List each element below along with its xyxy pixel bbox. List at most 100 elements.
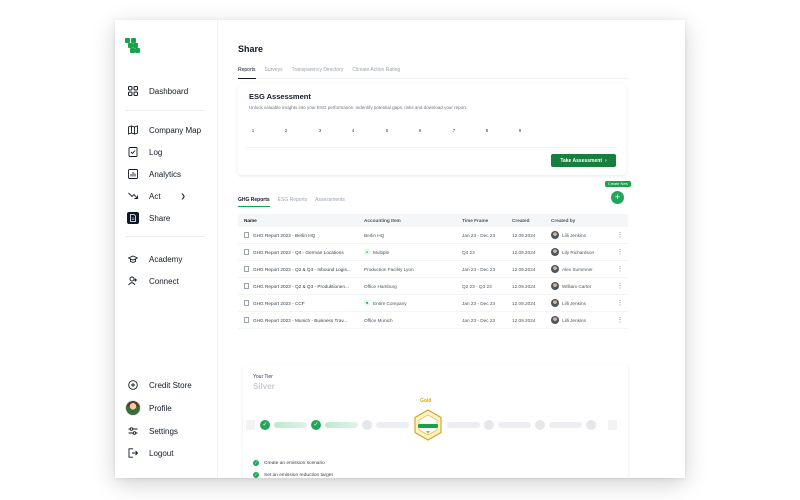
sidebar-item-credit-store[interactable]: Credit Store bbox=[127, 377, 192, 393]
graduation-cap-icon bbox=[127, 253, 139, 265]
tab-assessments[interactable]: Assessments bbox=[315, 197, 345, 207]
sidebar-item-label: Company Map bbox=[149, 125, 202, 135]
more-icon[interactable]: ⋮ bbox=[615, 316, 625, 324]
more-icon[interactable]: ⋮ bbox=[615, 248, 625, 256]
column-header-time-frame[interactable]: Time Frame bbox=[462, 218, 512, 223]
table-row[interactable]: GHG Report 2023 - Q2 & Q3 - Inbound Logi… bbox=[238, 261, 628, 278]
page-tabs: Reports Surveys Transparency Directory C… bbox=[238, 67, 628, 79]
step[interactable]: 5 bbox=[383, 127, 391, 135]
grid-icon bbox=[127, 85, 139, 97]
created-by: Lilli Jenkins bbox=[562, 317, 586, 323]
column-header-created[interactable]: Created bbox=[512, 218, 551, 223]
step[interactable]: 2 bbox=[282, 127, 290, 135]
tier-card: Your Tier Silver Gold ✓ ✓ ✓ Create an em… bbox=[243, 365, 628, 478]
tier-task[interactable]: ✓ Create an emission scenario bbox=[253, 459, 325, 467]
created-by: Alex Summner bbox=[562, 266, 593, 272]
report-name: GHG Report 2023 - Q2 & Q3 - Inbound Logi… bbox=[253, 266, 351, 272]
sliders-icon bbox=[127, 425, 139, 437]
table-row[interactable]: GHG Report 2023 - Q4 - German Locations … bbox=[238, 244, 628, 261]
tab-climate-action-rating[interactable]: Climate Action Rating bbox=[352, 67, 400, 79]
avatar bbox=[551, 265, 559, 273]
more-icon[interactable]: ⋮ bbox=[615, 265, 625, 273]
step[interactable]: 8 bbox=[483, 127, 491, 135]
column-header-created-by[interactable]: Created by bbox=[551, 218, 615, 223]
created-by: William Carter bbox=[562, 283, 592, 289]
sidebar-item-label: Log bbox=[149, 147, 163, 157]
sidebar-item-dashboard[interactable]: Dashboard bbox=[127, 83, 188, 99]
sidebar-item-academy[interactable]: Academy bbox=[127, 251, 182, 267]
progress-step bbox=[535, 420, 545, 430]
sidebar-item-logout[interactable]: Logout bbox=[127, 445, 173, 461]
tab-ghg-reports[interactable]: GHG Reports bbox=[238, 197, 270, 207]
document-icon bbox=[244, 249, 249, 255]
share-doc-icon bbox=[127, 212, 139, 224]
sidebar-item-profile[interactable]: Profile bbox=[125, 400, 172, 416]
step[interactable]: 1 bbox=[249, 127, 257, 135]
reports-table: Name Accounting Item Time Frame Created … bbox=[238, 214, 628, 329]
created-by: Lilli Jenkins bbox=[562, 232, 586, 238]
table-header: Name Accounting Item Time Frame Created … bbox=[238, 214, 628, 227]
chevron-down-icon[interactable]: ❯ bbox=[181, 193, 186, 200]
sidebar-item-settings[interactable]: Settings bbox=[127, 423, 178, 439]
sidebar-item-label: Settings bbox=[149, 426, 178, 436]
table-row[interactable]: GHG Report 2023 - Q2 & Q3 - Produktionen… bbox=[238, 278, 628, 295]
sidebar-item-log[interactable]: Log bbox=[127, 144, 162, 160]
log-icon bbox=[127, 146, 139, 158]
location-icon: ● bbox=[364, 249, 370, 255]
more-icon[interactable]: ⋮ bbox=[615, 282, 625, 290]
step[interactable]: 4 bbox=[349, 127, 357, 135]
created-date: 12.09.2024 bbox=[512, 300, 536, 306]
esg-description: Unlock valuable insights into your ESG p… bbox=[249, 105, 468, 110]
progress-step bbox=[586, 420, 596, 430]
table-row[interactable]: GHG Report 2023 - Berlin HQ Berlin HQ Ja… bbox=[238, 227, 628, 244]
step[interactable]: 7 bbox=[450, 127, 458, 135]
app-logo[interactable] bbox=[125, 38, 141, 54]
avatar bbox=[551, 316, 559, 324]
avatar bbox=[551, 231, 559, 239]
sidebar-item-label: Dashboard bbox=[149, 86, 189, 96]
tab-transparency-directory[interactable]: Transparency Directory bbox=[292, 67, 344, 79]
create-new-button[interactable]: + bbox=[611, 191, 624, 204]
accounting-item: Entire Company bbox=[373, 300, 407, 306]
progress-segment bbox=[447, 422, 480, 428]
map-icon bbox=[127, 124, 139, 136]
sidebar-item-analytics[interactable]: Analytics bbox=[127, 166, 181, 182]
esg-assessment-card: ESG Assessment Unlock valuable insights … bbox=[238, 84, 626, 175]
tab-esg-reports[interactable]: ESG Reports bbox=[278, 197, 307, 207]
tab-surveys[interactable]: Surveys bbox=[265, 67, 283, 79]
progress-marker bbox=[246, 420, 255, 430]
sidebar-item-connect[interactable]: Connect bbox=[127, 273, 179, 289]
tier-task[interactable]: ✓ Set an emission reduction target bbox=[253, 471, 333, 478]
sidebar-item-label: Logout bbox=[149, 448, 174, 458]
table-row[interactable]: GHG Report 2023 - Munich - Business Trav… bbox=[238, 312, 628, 329]
sidebar-item-label: Analytics bbox=[149, 169, 182, 179]
sidebar-item-company-map[interactable]: Company Map bbox=[127, 122, 201, 138]
sidebar-item-label: Connect bbox=[149, 276, 179, 286]
sidebar-item-act[interactable]: Act ❯ bbox=[127, 188, 186, 204]
accounting-item: Multiple bbox=[373, 249, 390, 255]
created-date: 12.09.2024 bbox=[512, 266, 536, 272]
step[interactable]: 3 bbox=[316, 127, 324, 135]
column-header-accounting-item[interactable]: Accounting Item bbox=[364, 218, 462, 223]
trend-down-icon bbox=[127, 190, 139, 202]
accounting-item: Office Munich bbox=[364, 317, 393, 323]
created-date: 12.09.2024 bbox=[512, 249, 536, 255]
sidebar-item-label: Academy bbox=[149, 254, 183, 264]
step[interactable]: 9 bbox=[516, 127, 524, 135]
app-window: Dashboard Company Map Log Analytics Act … bbox=[115, 20, 685, 478]
tab-reports[interactable]: Reports bbox=[238, 67, 256, 79]
more-icon[interactable]: ⋮ bbox=[615, 231, 625, 239]
created-date: 12.09.2024 bbox=[512, 317, 536, 323]
take-assessment-button[interactable]: Take Assessment › bbox=[551, 154, 616, 167]
create-new-tooltip: Create New bbox=[605, 181, 632, 187]
step[interactable]: 6 bbox=[416, 127, 424, 135]
tier-name: Silver bbox=[253, 382, 275, 391]
time-frame: Jan 23 - Dec 23 bbox=[462, 266, 496, 272]
more-icon[interactable]: ⋮ bbox=[615, 299, 625, 307]
sidebar-item-share[interactable]: Share bbox=[127, 210, 170, 226]
column-header-name[interactable]: Name bbox=[238, 218, 364, 223]
check-icon: ✓ bbox=[311, 420, 321, 430]
progress-segment bbox=[274, 422, 307, 428]
table-row[interactable]: GHG Report 2023 - CCF ■ Entire Company Ja… bbox=[238, 295, 628, 312]
next-tier-label: Gold bbox=[420, 398, 432, 404]
